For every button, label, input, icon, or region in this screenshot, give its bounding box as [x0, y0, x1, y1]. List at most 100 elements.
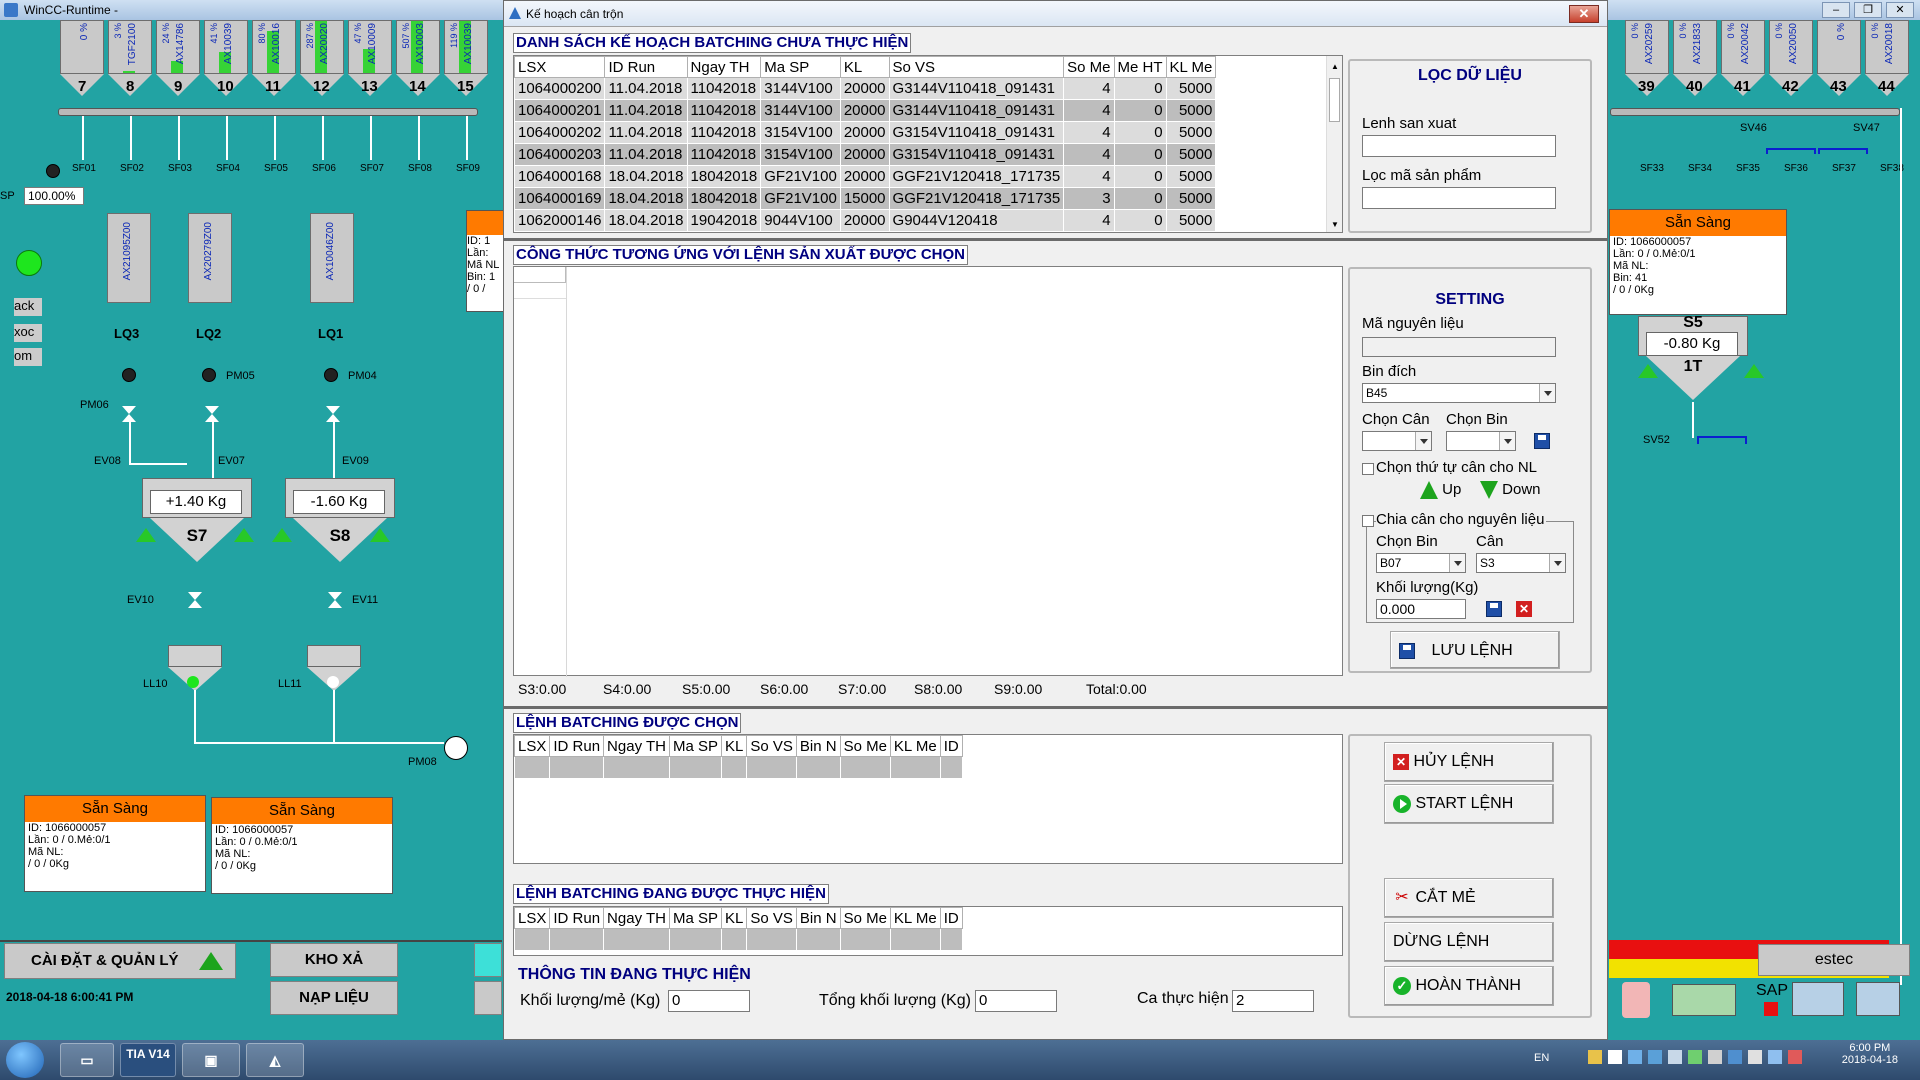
- column-header[interactable]: Ngay TH: [603, 907, 670, 929]
- valve-sv52-icon[interactable]: [1697, 436, 1747, 444]
- plan-list-table[interactable]: LSX ID Run Ngay TH Ma SP KL So VS So Me Me HT KL…: [513, 55, 1343, 233]
- column-header[interactable]: ID Run: [549, 735, 605, 757]
- down-button[interactable]: Down: [1480, 481, 1541, 500]
- ca-input[interactable]: 2: [1232, 990, 1314, 1012]
- plan-scrollbar[interactable]: ▲ ▼: [1326, 56, 1342, 232]
- valve-ev10-icon[interactable]: [188, 592, 202, 608]
- split-checkbox[interactable]: [1362, 515, 1374, 527]
- network-icon[interactable]: [1792, 982, 1844, 1016]
- column-header[interactable]: KL Me: [889, 907, 941, 929]
- complete-button[interactable]: ✓ HOÀN THÀNH: [1384, 966, 1554, 1006]
- recipe-grid[interactable]: [513, 266, 1343, 677]
- column-header[interactable]: KL: [839, 56, 890, 78]
- silo[interactable]: AX20042 0 %: [1721, 20, 1765, 74]
- table-row[interactable]: 1064000202 11.04.2018 11042018 3154V100 2000…: [514, 121, 1217, 144]
- column-header[interactable]: Ma SP: [760, 56, 841, 78]
- silo[interactable]: AX20020 287 %: [300, 20, 344, 74]
- silo[interactable]: AX10016 80 %: [252, 20, 296, 74]
- silo[interactable]: TGF2100 3 %: [108, 20, 152, 74]
- column-header[interactable]: LSX: [514, 907, 551, 929]
- column-header[interactable]: ID Run: [604, 56, 688, 78]
- teal-button[interactable]: [474, 943, 502, 977]
- cancel-order-button[interactable]: ✕ HỦY LỆNH: [1384, 742, 1554, 782]
- column-header[interactable]: ID: [939, 907, 963, 929]
- save-icon[interactable]: [1534, 433, 1550, 449]
- column-header[interactable]: KL Me: [1165, 56, 1217, 78]
- chosen-table[interactable]: LSX ID Run Ngay TH Ma SP KL So VS Bin N So Me KL…: [513, 734, 1343, 864]
- side-btn-ack[interactable]: ack: [14, 298, 42, 316]
- order-checkbox[interactable]: [1362, 463, 1374, 475]
- running-table[interactable]: LSX ID Run Ngay TH Ma SP KL So VS Bin N So Me KL…: [513, 906, 1343, 956]
- setup-button[interactable]: CÀI ĐẶT & QUẢN LÝ: [4, 943, 236, 979]
- minimize-icon[interactable]: –: [1822, 2, 1850, 18]
- nap-lieu-button[interactable]: NẠP LIỆU: [270, 981, 398, 1015]
- side-btn-xoc[interactable]: xoc: [14, 324, 42, 342]
- silo[interactable]: AX10039 41 %: [204, 20, 248, 74]
- column-header[interactable]: So Me: [839, 735, 891, 757]
- restore-icon[interactable]: ❐: [1854, 2, 1882, 18]
- bin-dich-select[interactable]: B45: [1362, 383, 1556, 403]
- column-header[interactable]: So Me: [839, 907, 891, 929]
- side-btn-om[interactable]: om: [14, 348, 42, 366]
- column-header[interactable]: So VS: [888, 56, 1065, 78]
- tia-portal-icon[interactable]: TIA V14: [120, 1043, 176, 1077]
- scale-s7[interactable]: +1.40 Kg S7: [142, 478, 252, 568]
- column-header[interactable]: ID: [939, 735, 963, 757]
- table-row[interactable]: 1064000168 18.04.2018 18042018 GF21V100 2000…: [514, 165, 1217, 188]
- start-order-button[interactable]: START LỆNH: [1384, 784, 1554, 824]
- column-header[interactable]: KL Me: [889, 735, 941, 757]
- explorer-icon[interactable]: ▭: [60, 1043, 114, 1077]
- pump-pm08-icon[interactable]: [444, 736, 468, 760]
- scroll-down-icon[interactable]: ▼: [1331, 220, 1339, 229]
- silo[interactable]: 0 %: [1817, 20, 1861, 74]
- column-header[interactable]: So VS: [746, 907, 797, 929]
- kl-me-input[interactable]: 0: [668, 990, 750, 1012]
- table-row[interactable]: [514, 756, 963, 779]
- table-row[interactable]: 1064000169 18.04.2018 18042018 GF21V100 1500…: [514, 187, 1217, 210]
- table-row[interactable]: 1062000146 18.04.2018 19042018 9044V100 2000…: [514, 209, 1217, 232]
- column-header[interactable]: KL: [720, 735, 748, 757]
- language-indicator[interactable]: EN: [1534, 1052, 1549, 1064]
- table-row[interactable]: 1064000203 11.04.2018 11042018 3154V100 2000…: [514, 143, 1217, 166]
- app-task-icon[interactable]: ◭: [246, 1043, 304, 1077]
- silo[interactable]: AX21833 0 %: [1673, 20, 1717, 74]
- column-header[interactable]: Bin N: [795, 735, 841, 757]
- server-icon[interactable]: [1856, 982, 1900, 1016]
- check-all-icon[interactable]: [1672, 984, 1736, 1016]
- column-header[interactable]: Ma SP: [668, 907, 722, 929]
- save-icon[interactable]: [1486, 601, 1502, 617]
- sp-value[interactable]: 100.00%: [24, 187, 84, 205]
- pump-lq3-icon[interactable]: [122, 368, 136, 382]
- user-icon[interactable]: [1622, 982, 1650, 1018]
- cut-batch-button[interactable]: ✂ CẮT MẺ: [1384, 878, 1554, 918]
- ma-nl-input[interactable]: [1362, 337, 1556, 357]
- table-row[interactable]: 1064000200 11.04.2018 11042018 3144V100 2000…: [514, 77, 1217, 100]
- split-bin-select[interactable]: B07: [1376, 553, 1466, 573]
- silo[interactable]: AX14786 24 %: [156, 20, 200, 74]
- silo[interactable]: AX10039 119 %: [444, 20, 488, 74]
- up-button[interactable]: Up: [1420, 481, 1461, 500]
- close-icon[interactable]: ✕: [1886, 2, 1914, 18]
- column-header[interactable]: LSX: [514, 56, 606, 78]
- stop-order-button[interactable]: DỪNG LỆNH: [1384, 922, 1554, 962]
- column-header[interactable]: KL: [720, 907, 748, 929]
- chon-bin-select[interactable]: [1446, 431, 1516, 451]
- table-row[interactable]: [514, 928, 963, 951]
- ma-sp-input[interactable]: [1362, 187, 1556, 209]
- tong-kl-input[interactable]: 0: [975, 990, 1057, 1012]
- pump-sf01-icon[interactable]: [46, 164, 60, 178]
- kho-xa-button[interactable]: KHO XẢ: [270, 943, 398, 977]
- silo[interactable]: AX20018 0 %: [1865, 20, 1909, 74]
- scale-s8[interactable]: -1.60 Kg S8: [285, 478, 395, 568]
- column-header[interactable]: LSX: [514, 735, 551, 757]
- silo[interactable]: 0 %: [60, 20, 104, 74]
- column-header[interactable]: So VS: [746, 735, 797, 757]
- scale-s5[interactable]: S5 -0.80 Kg 1T: [1638, 314, 1748, 406]
- delete-icon[interactable]: ✕: [1516, 601, 1532, 617]
- column-header[interactable]: Ngay TH: [603, 735, 670, 757]
- pump-pm05-icon[interactable]: [202, 368, 216, 382]
- clock[interactable]: 6:00 PM 2018-04-18: [1842, 1042, 1898, 1066]
- column-header[interactable]: So Me: [1063, 56, 1115, 78]
- silo[interactable]: AX20259 0 %: [1625, 20, 1669, 74]
- silo[interactable]: AX10009 47 %: [348, 20, 392, 74]
